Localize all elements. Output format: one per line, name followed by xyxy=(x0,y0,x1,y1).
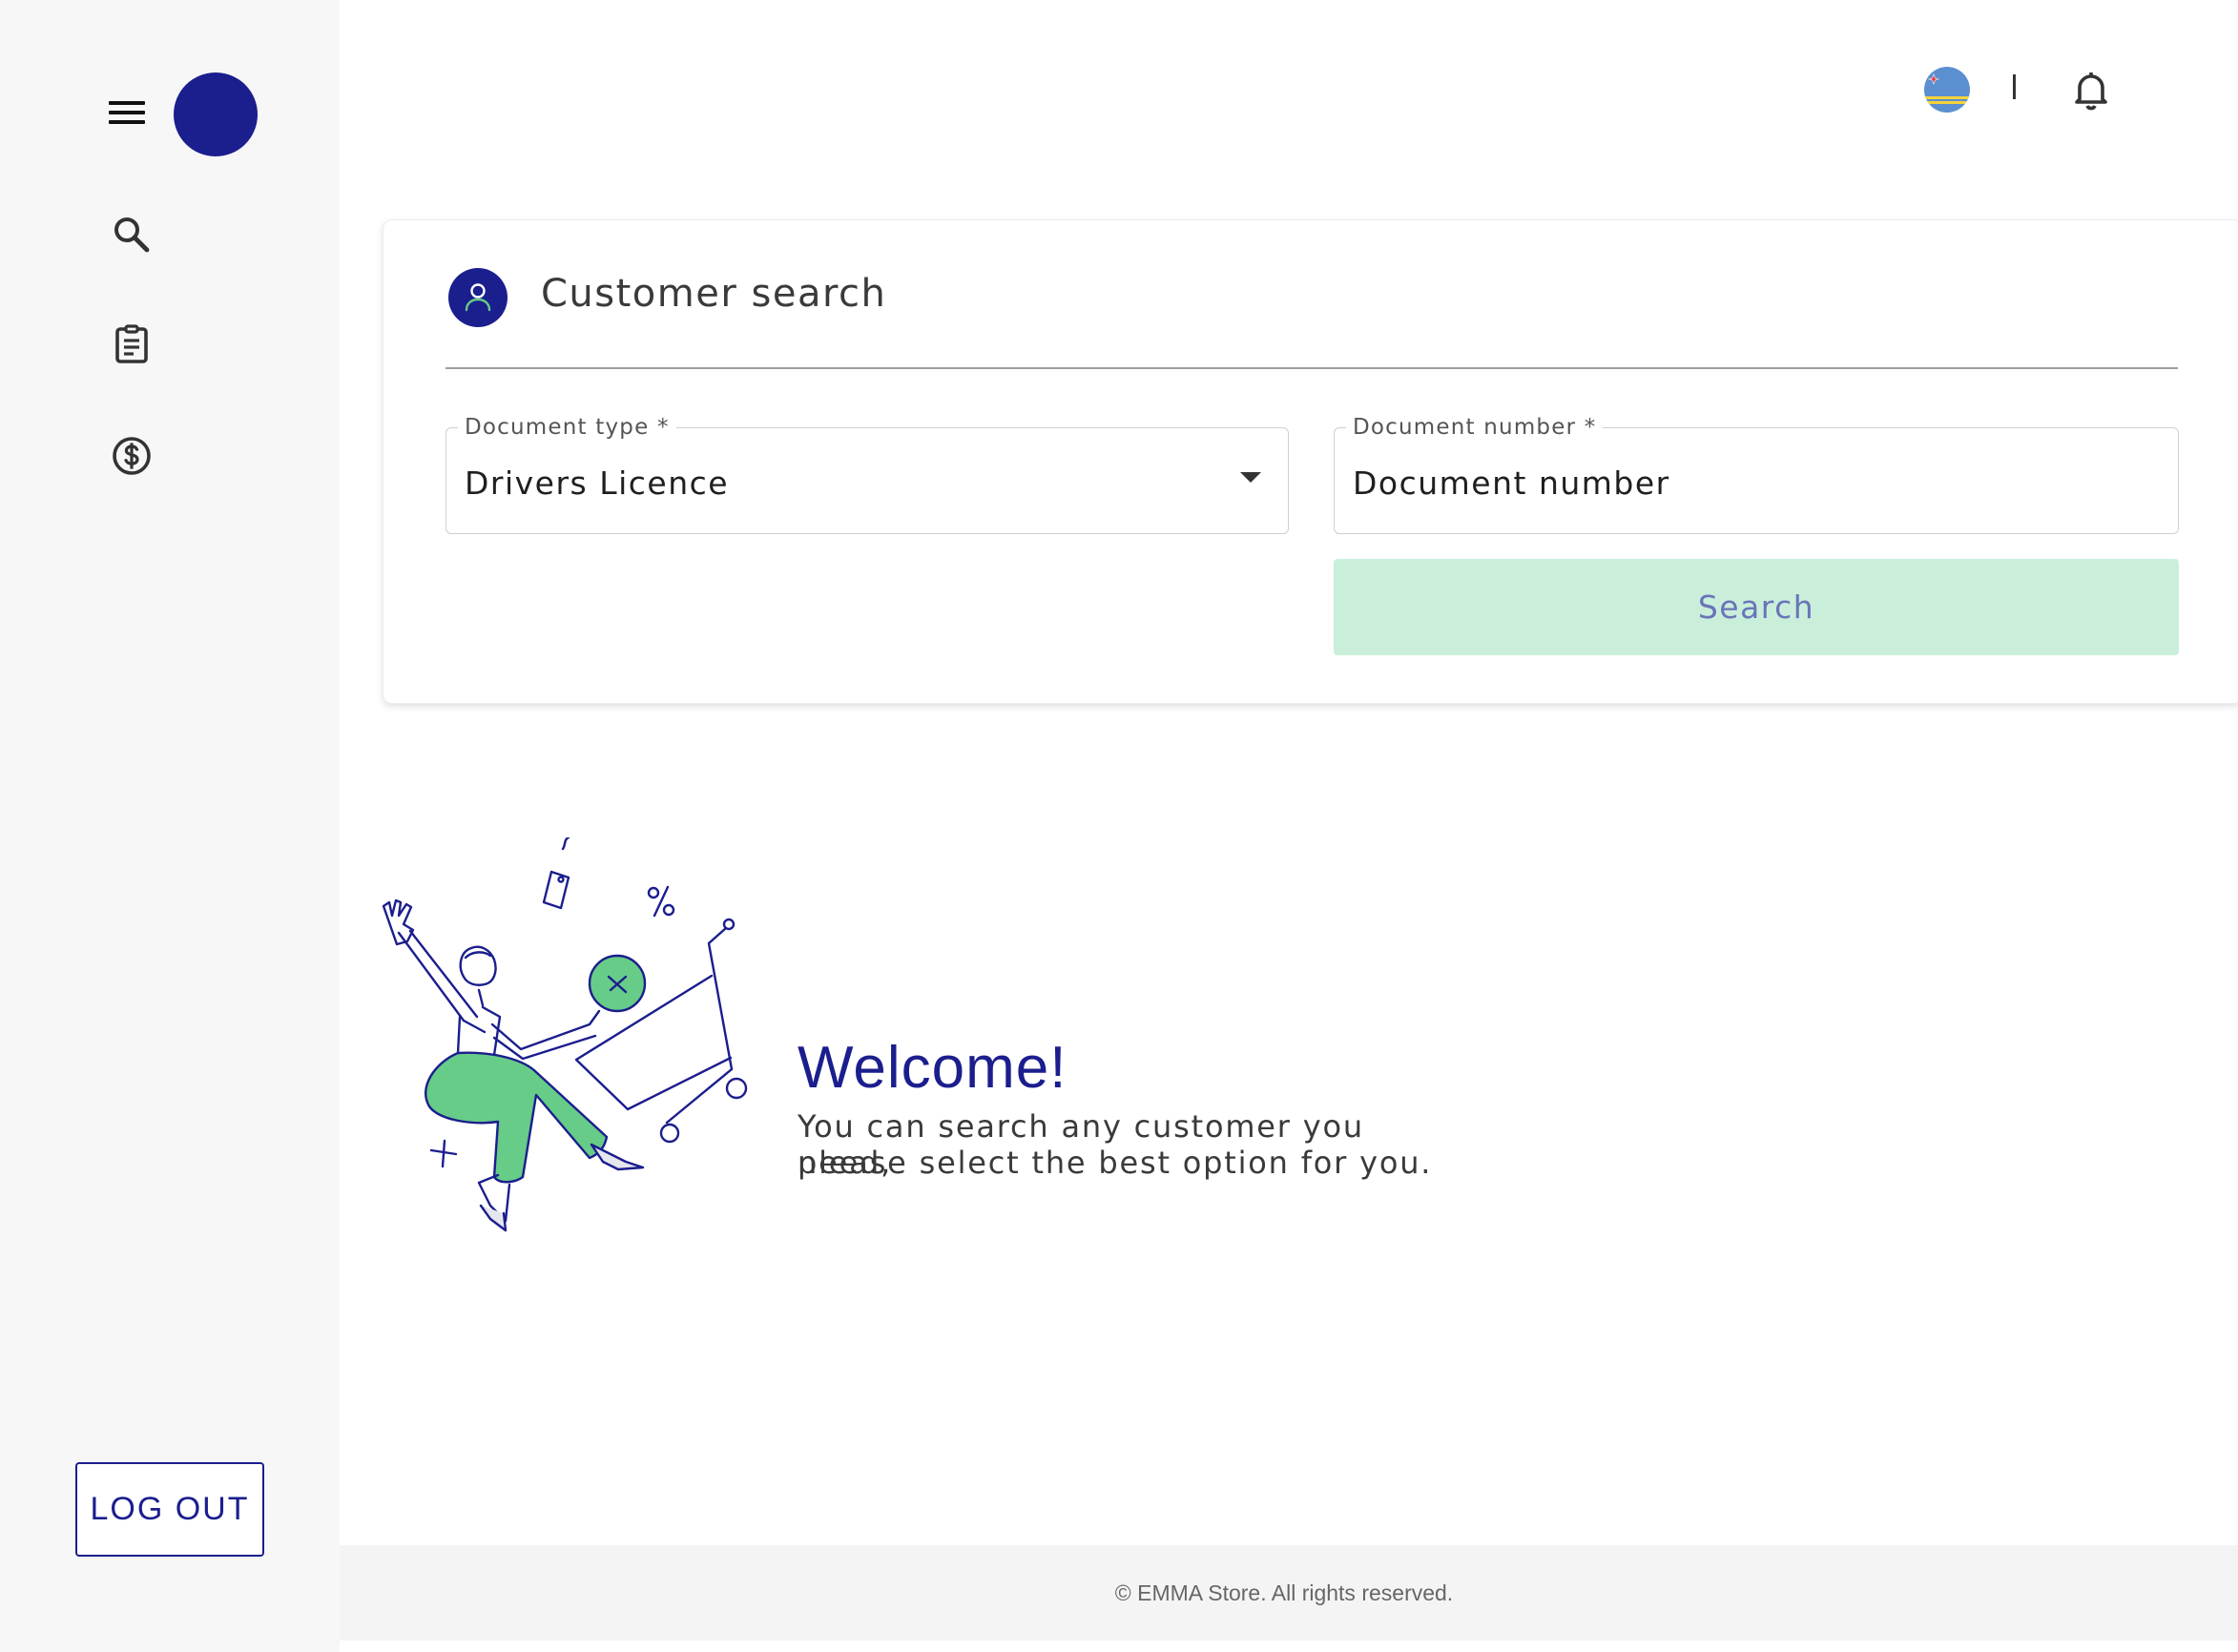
clipboard-icon[interactable] xyxy=(109,321,155,367)
search-icon[interactable] xyxy=(109,212,155,258)
shopping-illustration xyxy=(380,836,756,1290)
dollar-icon[interactable] xyxy=(109,433,155,479)
sidebar: LOG OUT xyxy=(0,0,340,1652)
document-number-field[interactable]: Document number * Document number xyxy=(1334,415,2179,534)
avatar[interactable] xyxy=(174,72,258,156)
footer-copyright: © EMMA Store. All rights reserved. xyxy=(1114,1580,1454,1605)
document-number-label: Document number * xyxy=(1346,415,1604,440)
document-type-label: Document type * xyxy=(458,415,676,440)
document-type-select[interactable]: Document type * Drivers Licence xyxy=(446,415,1289,534)
card-title: Customer search xyxy=(541,272,887,316)
document-type-value: Drivers Licence xyxy=(465,465,730,502)
topbar-separator xyxy=(2013,74,2016,99)
divider xyxy=(446,367,2178,369)
welcome-text-line2: please select the best option for you. xyxy=(798,1145,1433,1181)
aruba-flag-icon[interactable] xyxy=(1924,67,1970,113)
search-button[interactable]: Search xyxy=(1334,559,2179,655)
welcome-title: Welcome! xyxy=(798,1035,1067,1101)
menu-icon[interactable] xyxy=(107,95,149,130)
document-number-placeholder[interactable]: Document number xyxy=(1353,465,1670,502)
customer-search-card: Customer search Document type * Drivers … xyxy=(383,219,2238,704)
logout-button[interactable]: LOG OUT xyxy=(75,1462,264,1557)
chevron-down-icon xyxy=(1240,472,1261,483)
footer: © EMMA Store. All rights reserved. xyxy=(340,1545,2238,1641)
user-icon xyxy=(448,268,508,327)
bell-icon[interactable] xyxy=(2068,67,2114,113)
